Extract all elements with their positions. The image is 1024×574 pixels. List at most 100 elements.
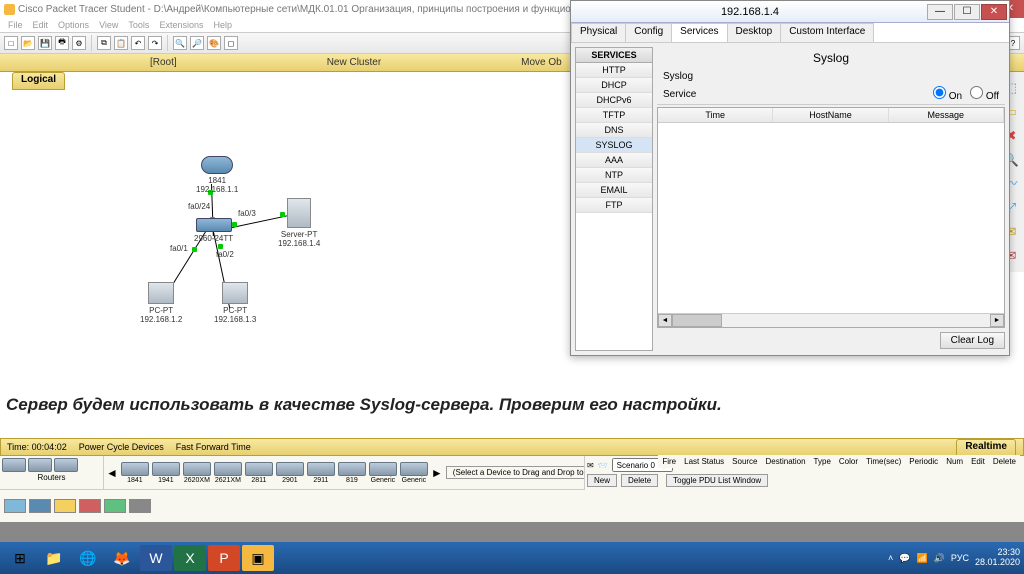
service-item-dns[interactable]: DNS: [576, 123, 652, 138]
service-item-ftp[interactable]: FTP: [576, 198, 652, 213]
power-cycle-button[interactable]: Power Cycle Devices: [79, 442, 164, 452]
fast-forward-button[interactable]: Fast Forward Time: [176, 442, 251, 452]
tab-services[interactable]: Services: [671, 23, 727, 42]
task-word[interactable]: W: [140, 545, 172, 571]
service-item-tftp[interactable]: TFTP: [576, 108, 652, 123]
paste-icon[interactable]: 📋: [114, 36, 128, 50]
pc2-node[interactable]: PC-PT 192.168.1.3: [214, 282, 256, 324]
sim-time-bar: Time: 00:04:02 Power Cycle Devices Fast …: [0, 438, 1024, 456]
tab-desktop[interactable]: Desktop: [727, 23, 782, 42]
scenario-new-button[interactable]: New: [587, 474, 617, 487]
scenario-delete-button[interactable]: Delete: [621, 474, 658, 487]
tray-volume-icon[interactable]: 🔊: [934, 553, 945, 564]
root-link[interactable]: [Root]: [150, 57, 177, 68]
task-browser[interactable]: 🌐: [72, 545, 104, 571]
dialog-titlebar[interactable]: 192.168.1.4 — ☐ ✕: [571, 1, 1009, 23]
switch-node[interactable]: 2960-24TT: [194, 218, 233, 243]
tray-up-icon[interactable]: ˄: [888, 553, 893, 563]
tab-physical[interactable]: Physical: [571, 23, 626, 42]
device-model[interactable]: 2911: [307, 462, 335, 484]
new-cluster-button[interactable]: New Cluster: [327, 57, 381, 68]
device-model[interactable]: 2811: [245, 462, 273, 484]
device-model[interactable]: 819: [338, 462, 366, 484]
open-icon[interactable]: 📂: [21, 36, 35, 50]
menu-file[interactable]: File: [8, 20, 23, 30]
menu-edit[interactable]: Edit: [33, 20, 49, 30]
syslog-table-body: ◄ ►: [658, 123, 1004, 327]
tab-custom[interactable]: Custom Interface: [780, 23, 874, 42]
move-object-button[interactable]: Move Ob: [521, 57, 562, 68]
h-scrollbar[interactable]: ◄ ►: [658, 313, 1004, 327]
service-item-email[interactable]: EMAIL: [576, 183, 652, 198]
col-time[interactable]: Time: [658, 108, 773, 122]
menu-extensions[interactable]: Extensions: [159, 20, 203, 30]
print-icon[interactable]: 🖶: [55, 36, 69, 50]
menu-options[interactable]: Options: [58, 20, 89, 30]
dialog-maximize-button[interactable]: ☐: [954, 4, 980, 20]
swatch[interactable]: [104, 499, 126, 513]
copy-icon[interactable]: ⧉: [97, 36, 111, 50]
shape-icon[interactable]: ◻: [224, 36, 238, 50]
save-icon[interactable]: 💾: [38, 36, 52, 50]
service-item-ntp[interactable]: NTP: [576, 168, 652, 183]
col-message[interactable]: Message: [889, 108, 1004, 122]
device-model[interactable]: 2621XM: [214, 462, 242, 484]
col-hostname[interactable]: HostName: [773, 108, 888, 122]
device-model[interactable]: 1841: [121, 462, 149, 484]
service-item-syslog[interactable]: SYSLOG: [576, 138, 652, 153]
server-node[interactable]: Server-PT 192.168.1.4: [278, 198, 320, 248]
device-model[interactable]: 1941: [152, 462, 180, 484]
tray-clock[interactable]: 23:30 28.01.2020: [975, 548, 1020, 568]
menu-tools[interactable]: Tools: [128, 20, 149, 30]
service-item-dhcp[interactable]: DHCP: [576, 78, 652, 93]
tray-message-icon[interactable]: 💬: [899, 553, 910, 564]
syslog-subtitle: Syslog: [657, 69, 1005, 84]
service-item-http[interactable]: HTTP: [576, 63, 652, 78]
device-model[interactable]: Generic: [369, 462, 397, 484]
task-powerpoint[interactable]: P: [208, 545, 240, 571]
new-icon[interactable]: □: [4, 36, 18, 50]
wizard-icon[interactable]: ⚙: [72, 36, 86, 50]
menu-help[interactable]: Help: [213, 20, 232, 30]
start-button[interactable]: ⊞: [4, 545, 36, 571]
radio-off[interactable]: Off: [970, 86, 999, 102]
redo-icon[interactable]: ↷: [148, 36, 162, 50]
logical-tab[interactable]: Logical: [12, 72, 65, 90]
syslog-table: Time HostName Message ◄ ►: [657, 107, 1005, 328]
swatch[interactable]: [4, 499, 26, 513]
swatch[interactable]: [79, 499, 101, 513]
menu-view[interactable]: View: [99, 20, 118, 30]
dialog-minimize-button[interactable]: —: [927, 4, 953, 20]
task-packet-tracer[interactable]: ▣: [242, 545, 274, 571]
swatch[interactable]: [29, 499, 51, 513]
device-model[interactable]: Generic: [400, 462, 428, 484]
dialog-close-button[interactable]: ✕: [981, 4, 1007, 20]
service-item-dhcpv6[interactable]: DHCPv6: [576, 93, 652, 108]
swatch[interactable]: [129, 499, 151, 513]
tray-lang[interactable]: РУС: [951, 553, 969, 563]
pc1-node[interactable]: PC-PT 192.168.1.2: [140, 282, 182, 324]
service-item-aaa[interactable]: AAA: [576, 153, 652, 168]
task-file-explorer[interactable]: 📁: [38, 545, 70, 571]
toggle-pdu-button[interactable]: Toggle PDU List Window: [666, 474, 768, 487]
task-excel[interactable]: X: [174, 545, 206, 571]
device-category[interactable]: Routers: [0, 456, 104, 489]
router-node[interactable]: 1841 192.168.1.1: [196, 156, 238, 194]
device-model[interactable]: 2901: [276, 462, 304, 484]
clear-log-button[interactable]: Clear Log: [940, 332, 1005, 349]
undo-icon[interactable]: ↶: [131, 36, 145, 50]
zoom-in-icon[interactable]: 🔍: [173, 36, 187, 50]
system-tray[interactable]: ˄ 💬 📶 🔊 РУС 23:30 28.01.2020: [888, 548, 1020, 568]
task-firefox[interactable]: 🦊: [106, 545, 138, 571]
tray-network-icon[interactable]: 📶: [916, 553, 927, 564]
envelope-open-icon[interactable]: 📨: [598, 461, 608, 470]
tab-config[interactable]: Config: [625, 23, 672, 42]
radio-on[interactable]: On: [933, 86, 962, 102]
envelope-closed-icon[interactable]: ✉: [587, 461, 594, 470]
device-model[interactable]: 2620XM: [183, 462, 211, 484]
palette-icon[interactable]: 🎨: [207, 36, 221, 50]
scroll-right-icon[interactable]: ►: [431, 466, 443, 480]
scroll-left-icon[interactable]: ◄: [106, 466, 118, 480]
swatch[interactable]: [54, 499, 76, 513]
zoom-out-icon[interactable]: 🔎: [190, 36, 204, 50]
